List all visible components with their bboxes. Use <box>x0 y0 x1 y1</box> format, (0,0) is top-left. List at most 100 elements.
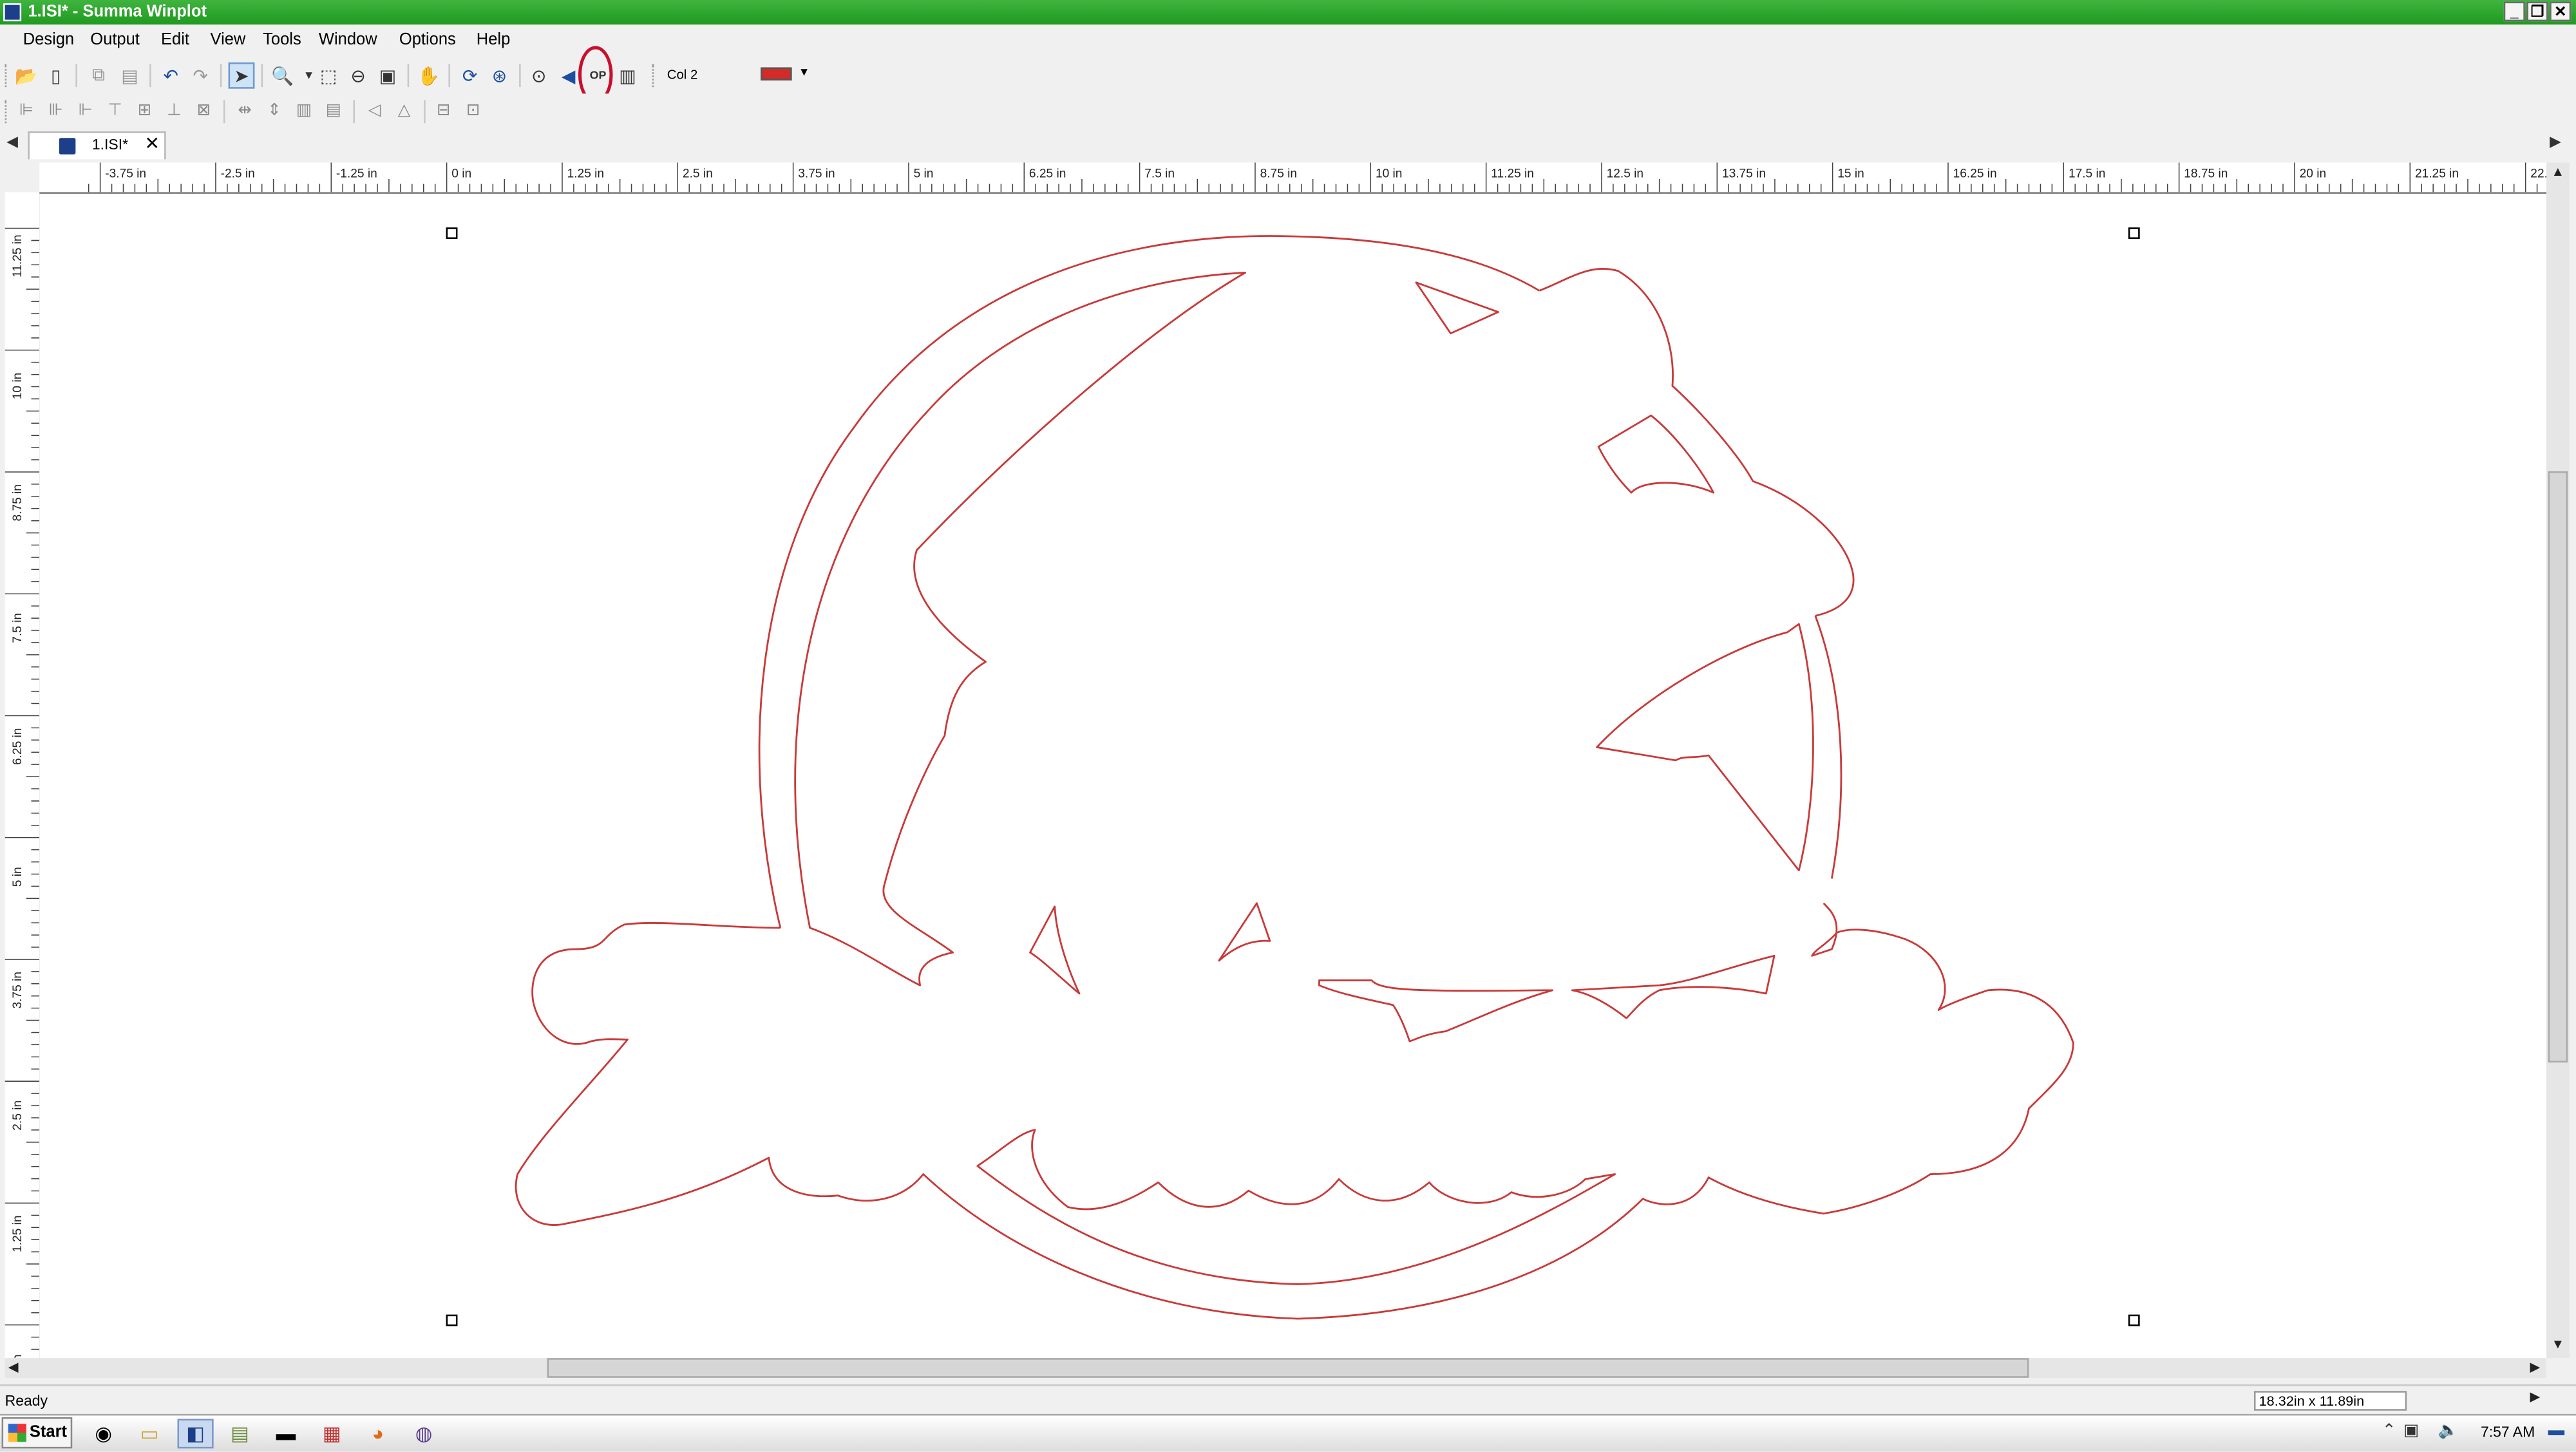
app-icon[interactable]: ◍ <box>406 1419 442 1449</box>
ruler-label: 16.25 in <box>1953 167 1997 180</box>
new-icon[interactable]: ▯ <box>43 62 69 89</box>
redo-icon[interactable]: ↷ <box>187 62 214 89</box>
combine-icon[interactable]: ▤ <box>320 97 346 123</box>
scroll-left-icon[interactable]: ◀ <box>8 1360 19 1377</box>
weld-icon[interactable]: ⊟ <box>430 97 457 123</box>
network-icon[interactable]: ▣ <box>2403 1422 2419 1442</box>
toolbar-grip[interactable] <box>5 100 10 124</box>
rotate-options-icon[interactable]: ⊛ <box>486 62 513 89</box>
ruler-label: 10 in <box>11 373 24 399</box>
menu-tools[interactable]: Tools <box>263 31 301 51</box>
space-h-icon[interactable]: ⇹ <box>232 97 258 123</box>
ruler-label: 22. <box>2530 167 2546 180</box>
terminal-icon[interactable]: ▬ <box>268 1419 304 1449</box>
zoom-out-icon[interactable]: ⊖ <box>345 62 372 89</box>
copy-icon[interactable]: ⧉ <box>86 62 112 89</box>
tray-expand-icon[interactable]: ⌃ <box>2382 1422 2396 1442</box>
tab-document[interactable]: 1.ISI* ✕ <box>28 131 166 160</box>
vertical-scrollbar[interactable]: ▲ ▼ <box>2546 162 2570 1359</box>
volume-icon[interactable]: 🔈 <box>2438 1422 2459 1442</box>
select-pointer-icon[interactable]: ➤ <box>228 62 255 89</box>
arrange-toolbar: ⊫ ⊪ ⊩ ⊤ ⊞ ⊥ ⊠ ⇹ ⇕ ▥ ▤ ◁ △ ⊟ ⊡ <box>0 93 2576 130</box>
align-right-icon[interactable]: ⊩ <box>72 97 99 123</box>
mirror-v-icon[interactable]: △ <box>391 97 417 123</box>
toolbar-grip[interactable] <box>5 64 10 88</box>
send-plotter-icon[interactable]: ◀ <box>555 62 582 89</box>
menu-view[interactable]: View <box>211 31 246 51</box>
menu-help[interactable]: Help <box>477 31 510 51</box>
menu-edit[interactable]: Edit <box>161 31 189 51</box>
toolbar-grip[interactable] <box>652 64 658 88</box>
preview-icon[interactable]: ⊙ <box>526 62 552 89</box>
ruler-label: 3.75 in <box>11 972 24 1008</box>
cloud-bottom-inner <box>976 1129 1616 1285</box>
tab-close-icon[interactable]: ✕ <box>144 135 160 156</box>
scroll-right-icon[interactable]: ▶ <box>2530 1360 2541 1377</box>
restore-button[interactable]: ❐ <box>2526 1 2548 22</box>
hand-pan-icon[interactable]: ✋ <box>415 62 442 89</box>
zoom-icon[interactable]: 🔍 <box>269 62 296 89</box>
break-apart-icon[interactable]: ⊡ <box>460 97 486 123</box>
design-drawing <box>446 227 2140 1326</box>
align-center-icon[interactable]: ⊪ <box>43 97 69 123</box>
open-icon[interactable]: 📂 <box>13 62 39 89</box>
ruler-label: 18.75 in <box>2184 167 2228 180</box>
ruler-label: 8.75 in <box>11 484 24 521</box>
window-title: 1.ISI* - Summa Winplot <box>28 3 207 22</box>
inner-crescent <box>794 271 1247 986</box>
distribute-h-icon[interactable]: ⊠ <box>191 97 217 123</box>
show-desktop-icon[interactable]: ▬ <box>2548 1422 2565 1442</box>
winplot-icon[interactable]: ◧ <box>177 1419 214 1449</box>
start-label: Start <box>29 1424 68 1442</box>
ruler-label: 0 in <box>451 167 471 180</box>
tree-top-outline <box>1539 268 1855 617</box>
ruler-label: -1.25 in <box>336 167 377 180</box>
chrome-icon[interactable]: ◉ <box>86 1419 122 1449</box>
zoom-fit-icon[interactable]: ▣ <box>375 62 401 89</box>
distribute-v-icon[interactable]: ▥ <box>291 97 317 123</box>
minimize-button[interactable]: _ <box>2503 1 2525 22</box>
vertical-ruler[interactable]: 11.25 in 10 in 8.75 in 7.5 in 6.25 in 5 in 3.7… <box>5 192 41 1374</box>
color-dropdown-icon[interactable]: ▼ <box>799 64 810 84</box>
space-v-icon[interactable]: ⇕ <box>261 97 288 123</box>
menu-options[interactable]: Options <box>399 31 456 51</box>
menu-output[interactable]: Output <box>90 31 140 51</box>
mirror-h-icon[interactable]: ◁ <box>361 97 388 123</box>
winplot-app-icon[interactable] <box>3 3 22 22</box>
vertical-scroll-thumb[interactable] <box>2548 471 2568 1063</box>
scroll-up-icon[interactable]: ▲ <box>2552 164 2564 181</box>
align-left-icon[interactable]: ⊫ <box>13 97 39 123</box>
app-window: 1.ISI* - Summa Winplot _ ❐ ✕ Design Outp… <box>0 0 2576 1452</box>
paste-icon[interactable]: ▤ <box>117 62 143 89</box>
color-swatch[interactable] <box>761 67 792 80</box>
cut-settings-icon[interactable]: ▥ <box>614 62 641 89</box>
horizontal-scrollbar[interactable]: ◀ ▶ <box>5 1358 2547 1378</box>
align-middle-icon[interactable]: ⊞ <box>131 97 158 123</box>
undo-icon[interactable]: ↶ <box>158 62 184 89</box>
ruler-label: 21.25 in <box>2415 167 2459 180</box>
align-bottom-icon[interactable]: ⊥ <box>161 97 187 123</box>
ruler-label: -2.5 in <box>221 167 255 180</box>
horizontal-scroll-thumb[interactable] <box>547 1358 2029 1378</box>
start-button[interactable]: Start <box>1 1417 73 1449</box>
windows-logo-icon <box>8 1424 26 1442</box>
ruler-label: 20 in <box>2300 167 2326 180</box>
design-canvas[interactable] <box>39 193 2547 1359</box>
explorer-icon[interactable]: ▤ <box>222 1419 258 1449</box>
menu-window[interactable]: Window <box>319 31 377 51</box>
zoom-window-icon[interactable]: ⬚ <box>316 62 342 89</box>
color-layer-label[interactable]: Col 2 <box>667 68 698 82</box>
calculator-icon[interactable]: ▦ <box>314 1419 350 1449</box>
mid-triangle-center <box>1218 902 1271 962</box>
tab-scroll-left-icon[interactable]: ◀ <box>6 133 18 151</box>
horizontal-ruler[interactable]: -3.75 in -2.5 in -1.25 in 0 in 1.25 in 2.5 in… <box>39 162 2548 194</box>
folder-icon[interactable]: ▭ <box>131 1419 167 1449</box>
status-scroll-right-icon[interactable]: ▶ <box>2530 1390 2541 1406</box>
rotate-icon[interactable]: ⟳ <box>457 62 483 89</box>
scroll-down-icon[interactable]: ▼ <box>2552 1337 2564 1353</box>
align-top-icon[interactable]: ⊤ <box>102 97 128 123</box>
tab-scroll-right-icon[interactable]: ▶ <box>2550 133 2561 151</box>
close-button[interactable]: ✕ <box>2550 1 2571 22</box>
firefox-icon[interactable]: ◕ <box>360 1419 396 1449</box>
menu-design[interactable]: Design <box>23 31 74 51</box>
